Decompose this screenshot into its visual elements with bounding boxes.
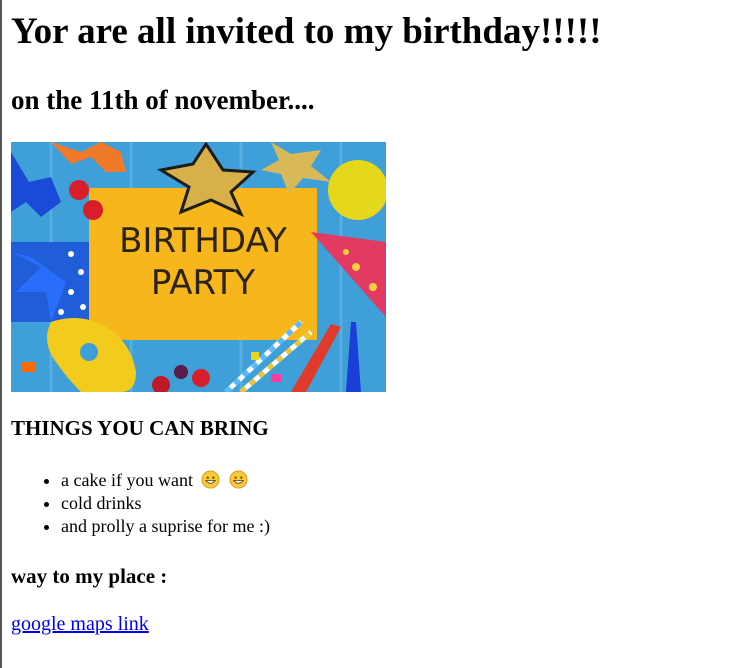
date-subtitle: on the 11th of november.... xyxy=(11,85,315,115)
grinning-face-icon xyxy=(201,470,220,489)
list-item: and prolly a suprise for me :) xyxy=(61,515,270,538)
page-title: Yor are all invited to my birthday!!!!! xyxy=(11,11,602,52)
page-left-border xyxy=(0,0,2,668)
card-line-1: BIRTHDAY xyxy=(119,221,287,261)
list-item: cold drinks xyxy=(61,492,270,515)
directions-heading: way to my place : xyxy=(11,564,168,588)
list-item: a cake if you want xyxy=(61,469,270,492)
things-list: a cake if you want cold drinks and proll… xyxy=(11,469,270,538)
list-item-text: a cake if you want xyxy=(61,470,193,490)
google-maps-link[interactable]: google maps link xyxy=(11,613,149,636)
card-line-2: PARTY xyxy=(151,263,256,303)
grinning-face-icon xyxy=(229,470,248,489)
things-heading: THINGS YOU CAN BRING xyxy=(11,416,269,440)
birthday-party-image: BIRTHDAY PARTY xyxy=(11,142,386,392)
